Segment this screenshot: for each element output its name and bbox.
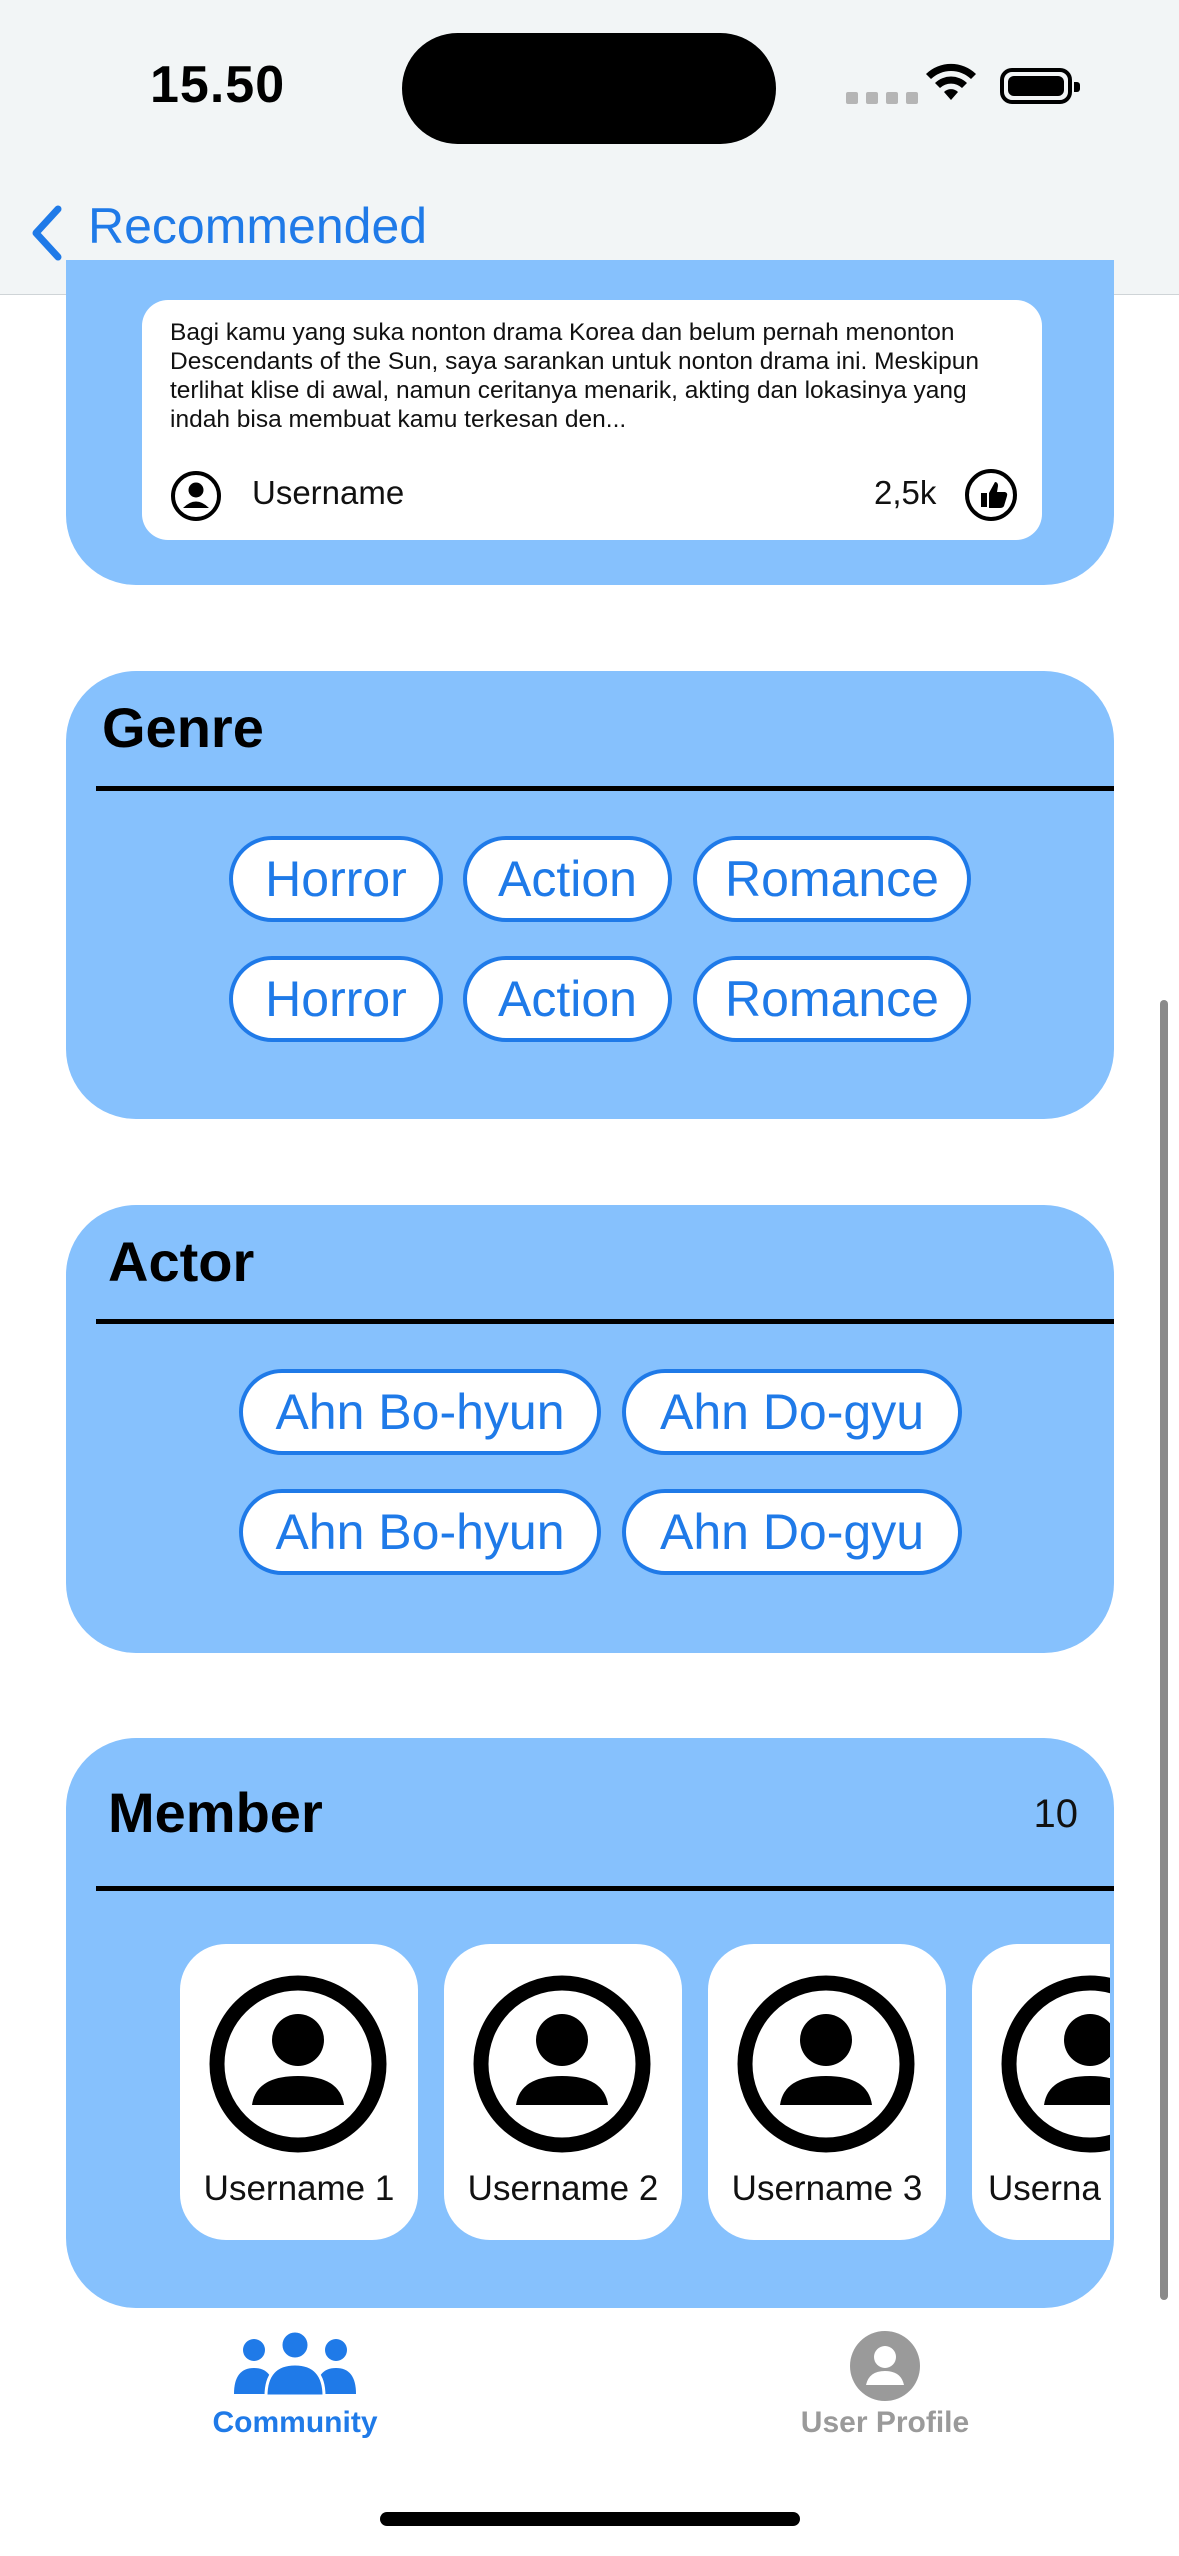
member-carousel[interactable]: Username 1 Username 2 Username 3 Userna (114, 1944, 1110, 2244)
user-avatar-icon (737, 1975, 915, 2153)
battery-icon (1000, 68, 1080, 104)
scrollbar[interactable] (1160, 1000, 1168, 2300)
actor-chip[interactable]: Ahn Bo-hyun (239, 1489, 601, 1575)
status-bar: 15.50 (0, 0, 1179, 175)
member-item[interactable]: Username 1 (180, 1944, 418, 2240)
genre-chip-horror[interactable]: Horror (229, 836, 443, 922)
review-card: Bagi kamu yang suka nonton drama Korea d… (66, 260, 1114, 585)
genre-chip-romance[interactable]: Romance (693, 956, 971, 1042)
community-icon (234, 2330, 356, 2396)
review-username: Username (252, 474, 405, 511)
dynamic-island (402, 33, 776, 144)
user-profile-icon (850, 2331, 920, 2401)
member-username: Username 2 (467, 2169, 659, 2208)
genre-chip-romance[interactable]: Romance (693, 836, 971, 922)
actor-divider (96, 1319, 1114, 1324)
home-indicator (380, 2512, 800, 2526)
user-avatar-icon (209, 1975, 387, 2153)
status-time: 15.50 (150, 56, 286, 114)
member-item[interactable]: Username 3 (708, 1944, 946, 2240)
actor-card: Actor Ahn Bo-hyun Ahn Do-gyu Ahn Bo-hyun… (66, 1205, 1114, 1653)
tab-user-profile-label: User Profile (800, 2406, 970, 2439)
user-avatar-icon (171, 471, 221, 521)
actor-chip[interactable]: Ahn Bo-hyun (239, 1369, 601, 1455)
review-text: Bagi kamu yang suka nonton drama Korea d… (170, 319, 979, 433)
actor-chip[interactable]: Ahn Do-gyu (622, 1369, 962, 1455)
tab-community[interactable]: Community (190, 2330, 400, 2440)
genre-chip-action[interactable]: Action (463, 956, 672, 1042)
tab-user-profile[interactable]: User Profile (770, 2330, 1000, 2440)
member-username: Username 1 (203, 2169, 395, 2208)
member-count: 10 (1033, 1792, 1079, 1836)
user-avatar-icon (473, 1975, 651, 2153)
member-title: Member (108, 1781, 323, 1844)
thumbs-up-icon[interactable] (964, 468, 1018, 522)
actor-title: Actor (108, 1230, 255, 1293)
review-item[interactable]: Bagi kamu yang suka nonton drama Korea d… (142, 300, 1042, 540)
genre-chip-action[interactable]: Action (463, 836, 672, 922)
genre-title: Genre (102, 696, 264, 759)
like-count: 2,5k (874, 474, 937, 511)
member-divider (96, 1886, 1114, 1891)
genre-divider (96, 786, 1114, 791)
cellular-signal-icon (846, 92, 918, 104)
back-button[interactable]: Recommended (88, 197, 427, 255)
member-username: Userna (988, 2169, 1101, 2208)
member-item[interactable]: Userna (972, 1944, 1110, 2240)
genre-chip-horror[interactable]: Horror (229, 956, 443, 1042)
wifi-icon (926, 63, 976, 100)
member-username: Username 3 (731, 2169, 923, 2208)
actor-chip[interactable]: Ahn Do-gyu (622, 1489, 962, 1575)
chevron-left-icon[interactable] (28, 203, 68, 263)
member-item[interactable]: Username 2 (444, 1944, 682, 2240)
tab-community-label: Community (212, 2406, 378, 2439)
user-avatar-icon (1001, 1975, 1110, 2153)
genre-card: Genre Horror Action Romance Horror Actio… (66, 671, 1114, 1119)
